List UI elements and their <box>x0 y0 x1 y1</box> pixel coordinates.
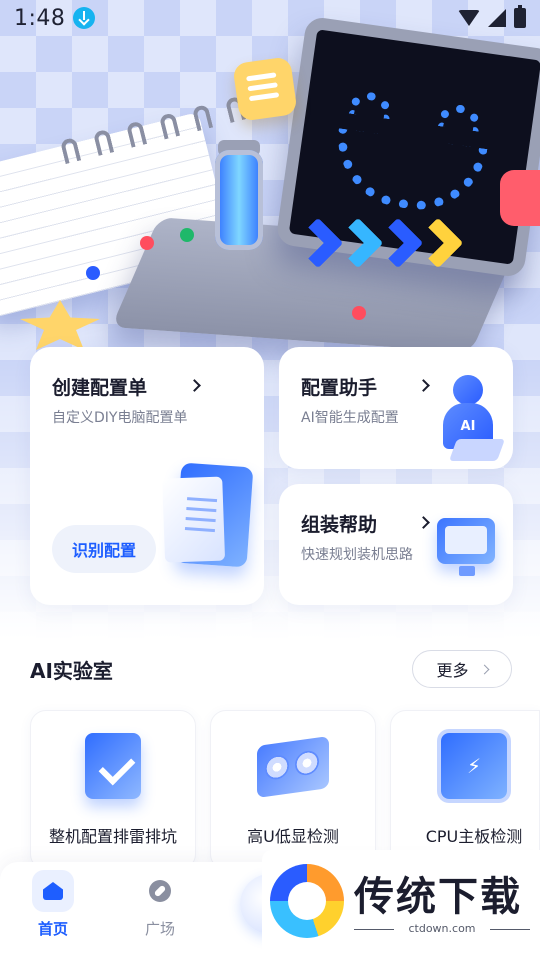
wifi-icon <box>458 10 480 26</box>
arrow-chevrons-illustration <box>292 217 464 269</box>
chevron-right-icon <box>188 379 201 392</box>
smile-eye-left <box>346 89 395 120</box>
ai-assistant-icon: AI <box>437 375 506 465</box>
config-assistant-card[interactable]: 配置助手 AI智能生成配置 AI <box>279 347 513 469</box>
status-bar: 1:48 <box>0 0 540 36</box>
status-time: 1:48 <box>14 5 66 31</box>
pushpin-icon <box>352 306 366 320</box>
assembly-help-subtitle: 快速规划装机思路 <box>301 547 413 563</box>
watermark-brand: 传统下载 <box>354 874 522 920</box>
pc-case-check-icon <box>77 733 149 805</box>
glass-tube-illustration <box>215 150 263 250</box>
monitor-icon <box>437 518 495 576</box>
nav-item-home[interactable]: 首页 <box>18 870 88 939</box>
create-config-card[interactable]: 创建配置单 自定义DIY电脑配置单 识别配置 <box>30 347 264 605</box>
create-config-subtitle: 自定义DIY电脑配置单 <box>52 410 188 426</box>
lab-item-label: 高U低显检测 <box>247 827 339 846</box>
status-icons <box>458 5 526 28</box>
config-assistant-subtitle: AI智能生成配置 <box>301 410 399 426</box>
lab-item-gpu-check[interactable]: 高U低显检测 <box>210 710 376 870</box>
recognize-config-button[interactable]: 识别配置 <box>52 525 156 573</box>
smile-mouth <box>329 128 488 219</box>
document-icon <box>174 462 254 568</box>
watermark: 传统下载 ctdown.com <box>262 850 540 960</box>
smile-eye-right <box>435 101 485 133</box>
compass-icon <box>149 880 171 902</box>
battery-icon <box>514 5 526 28</box>
ai-lab-title: AI实验室 <box>30 659 113 683</box>
download-icon <box>73 7 96 29</box>
watermark-url: ctdown.com <box>354 922 530 935</box>
chevron-right-icon <box>417 516 430 529</box>
compass-icon-wrap <box>139 870 181 912</box>
nav-label-square: 广场 <box>144 920 175 938</box>
chevron-right-icon <box>479 664 489 674</box>
watermark-logo-icon <box>270 864 344 938</box>
home-icon-wrap <box>32 870 74 912</box>
create-config-title: 创建配置单 <box>52 377 148 399</box>
cpu-chip-icon <box>438 733 510 805</box>
lab-item-label: 整机配置排雷排坑 <box>48 827 177 846</box>
home-icon <box>43 882 63 900</box>
heart-icon <box>500 170 540 226</box>
lab-item-pc-check[interactable]: 整机配置排雷排坑 <box>30 710 196 870</box>
chat-bubble-icon <box>232 56 298 122</box>
more-button[interactable]: 更多 <box>412 650 512 688</box>
graphics-card-icon <box>257 733 329 805</box>
ai-assistant-head <box>453 375 483 405</box>
assembly-help-title: 组装帮助 <box>301 514 378 536</box>
keyboard-shape <box>448 439 506 461</box>
pushpin-icon <box>140 236 154 250</box>
more-label: 更多 <box>436 661 469 680</box>
lab-item-cpu-check[interactable]: CPU主板检测 <box>390 710 540 870</box>
assembly-help-card[interactable]: 组装帮助 快速规划装机思路 <box>279 484 513 605</box>
nav-label-home: 首页 <box>37 920 68 938</box>
lab-item-label: CPU主板检测 <box>425 827 523 846</box>
signal-icon <box>488 9 506 27</box>
nav-item-square[interactable]: 广场 <box>125 870 195 939</box>
config-assistant-title: 配置助手 <box>301 377 378 399</box>
pushpin-icon <box>180 228 194 242</box>
pushpin-icon <box>86 266 100 280</box>
chevron-right-icon <box>417 379 430 392</box>
